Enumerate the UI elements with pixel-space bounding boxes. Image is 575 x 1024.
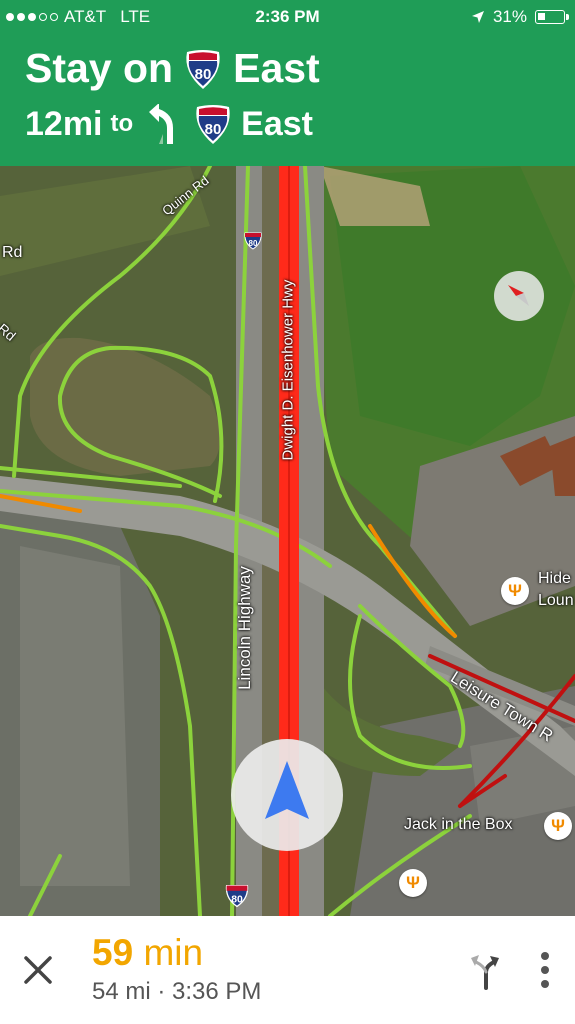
eta-duration: 59 min xyxy=(92,932,203,974)
svg-text:80: 80 xyxy=(231,895,243,906)
map-shield-80-top-icon: 80 xyxy=(244,232,262,250)
poi-label-hide[interactable]: Hide xyxy=(538,570,571,588)
maneuver-secondary: 12mi to 80 East xyxy=(25,103,313,145)
status-right: 31% xyxy=(471,7,569,27)
arrival-time: 3:36 PM xyxy=(172,978,262,1005)
map-shield-80-bottom-icon: 80 xyxy=(225,884,249,908)
maneuver-prefix: Stay on xyxy=(25,45,174,91)
location-arrow-icon xyxy=(471,11,484,23)
road-label-lincoln: Lincoln Highway xyxy=(235,566,254,690)
road-label-rd: Rd xyxy=(2,244,23,261)
separator: · xyxy=(157,978,166,1005)
satellite-map[interactable]: Quinn Rd Rd Rd Dwight D. Eisenhower Hwy … xyxy=(0,166,575,916)
poi-label-hide-2[interactable]: Loun xyxy=(538,592,574,610)
close-icon[interactable] xyxy=(18,950,58,990)
compass-button[interactable] xyxy=(494,271,544,321)
maneuver-primary: Stay on 80 East xyxy=(25,45,320,92)
road-label-eisenhower: Dwight D. Eisenhower Hwy xyxy=(279,279,297,461)
trip-details: 54 mi · 3:36 PM xyxy=(92,978,261,1006)
maneuver-direction: East xyxy=(241,104,313,143)
trip-summary-bar: 59 min 54 mi · 3:36 PM xyxy=(0,916,575,1024)
more-options-icon[interactable] xyxy=(530,948,560,992)
alternate-routes-icon[interactable] xyxy=(466,950,502,990)
trip-distance: 54 mi xyxy=(92,978,151,1005)
shield-number: 80 xyxy=(195,66,212,83)
restaurant-icon[interactable]: Ψ xyxy=(501,577,529,605)
battery-percent: 31% xyxy=(492,7,527,26)
navigation-header[interactable]: AT&T LTE 2:36 PM 31% Stay on 80 East 12m… xyxy=(0,0,575,166)
restaurant-icon[interactable]: Ψ xyxy=(399,869,427,897)
navigation-arrow-icon xyxy=(265,761,309,819)
distance-to-next: 12mi xyxy=(25,104,103,143)
battery-icon xyxy=(535,10,569,24)
interstate-shield-icon: 80 xyxy=(186,49,220,89)
restaurant-icon[interactable]: Ψ xyxy=(544,812,572,840)
maneuver-direction: East xyxy=(233,45,320,91)
poi-label-jack-in-the-box[interactable]: Jack in the Box xyxy=(404,816,513,834)
interstate-shield-icon: 80 xyxy=(196,105,230,144)
battery-fill xyxy=(538,13,545,20)
current-location-marker xyxy=(231,739,343,851)
keep-left-arrow-icon xyxy=(149,104,174,144)
eta-minutes: 59 xyxy=(92,932,134,973)
eta-unit: min xyxy=(143,932,204,973)
to-label: to xyxy=(110,110,134,137)
shield-number: 80 xyxy=(205,121,222,138)
status-bar: AT&T LTE 2:36 PM 31% xyxy=(0,0,575,34)
svg-text:80: 80 xyxy=(249,239,258,248)
compass-icon xyxy=(508,285,529,306)
